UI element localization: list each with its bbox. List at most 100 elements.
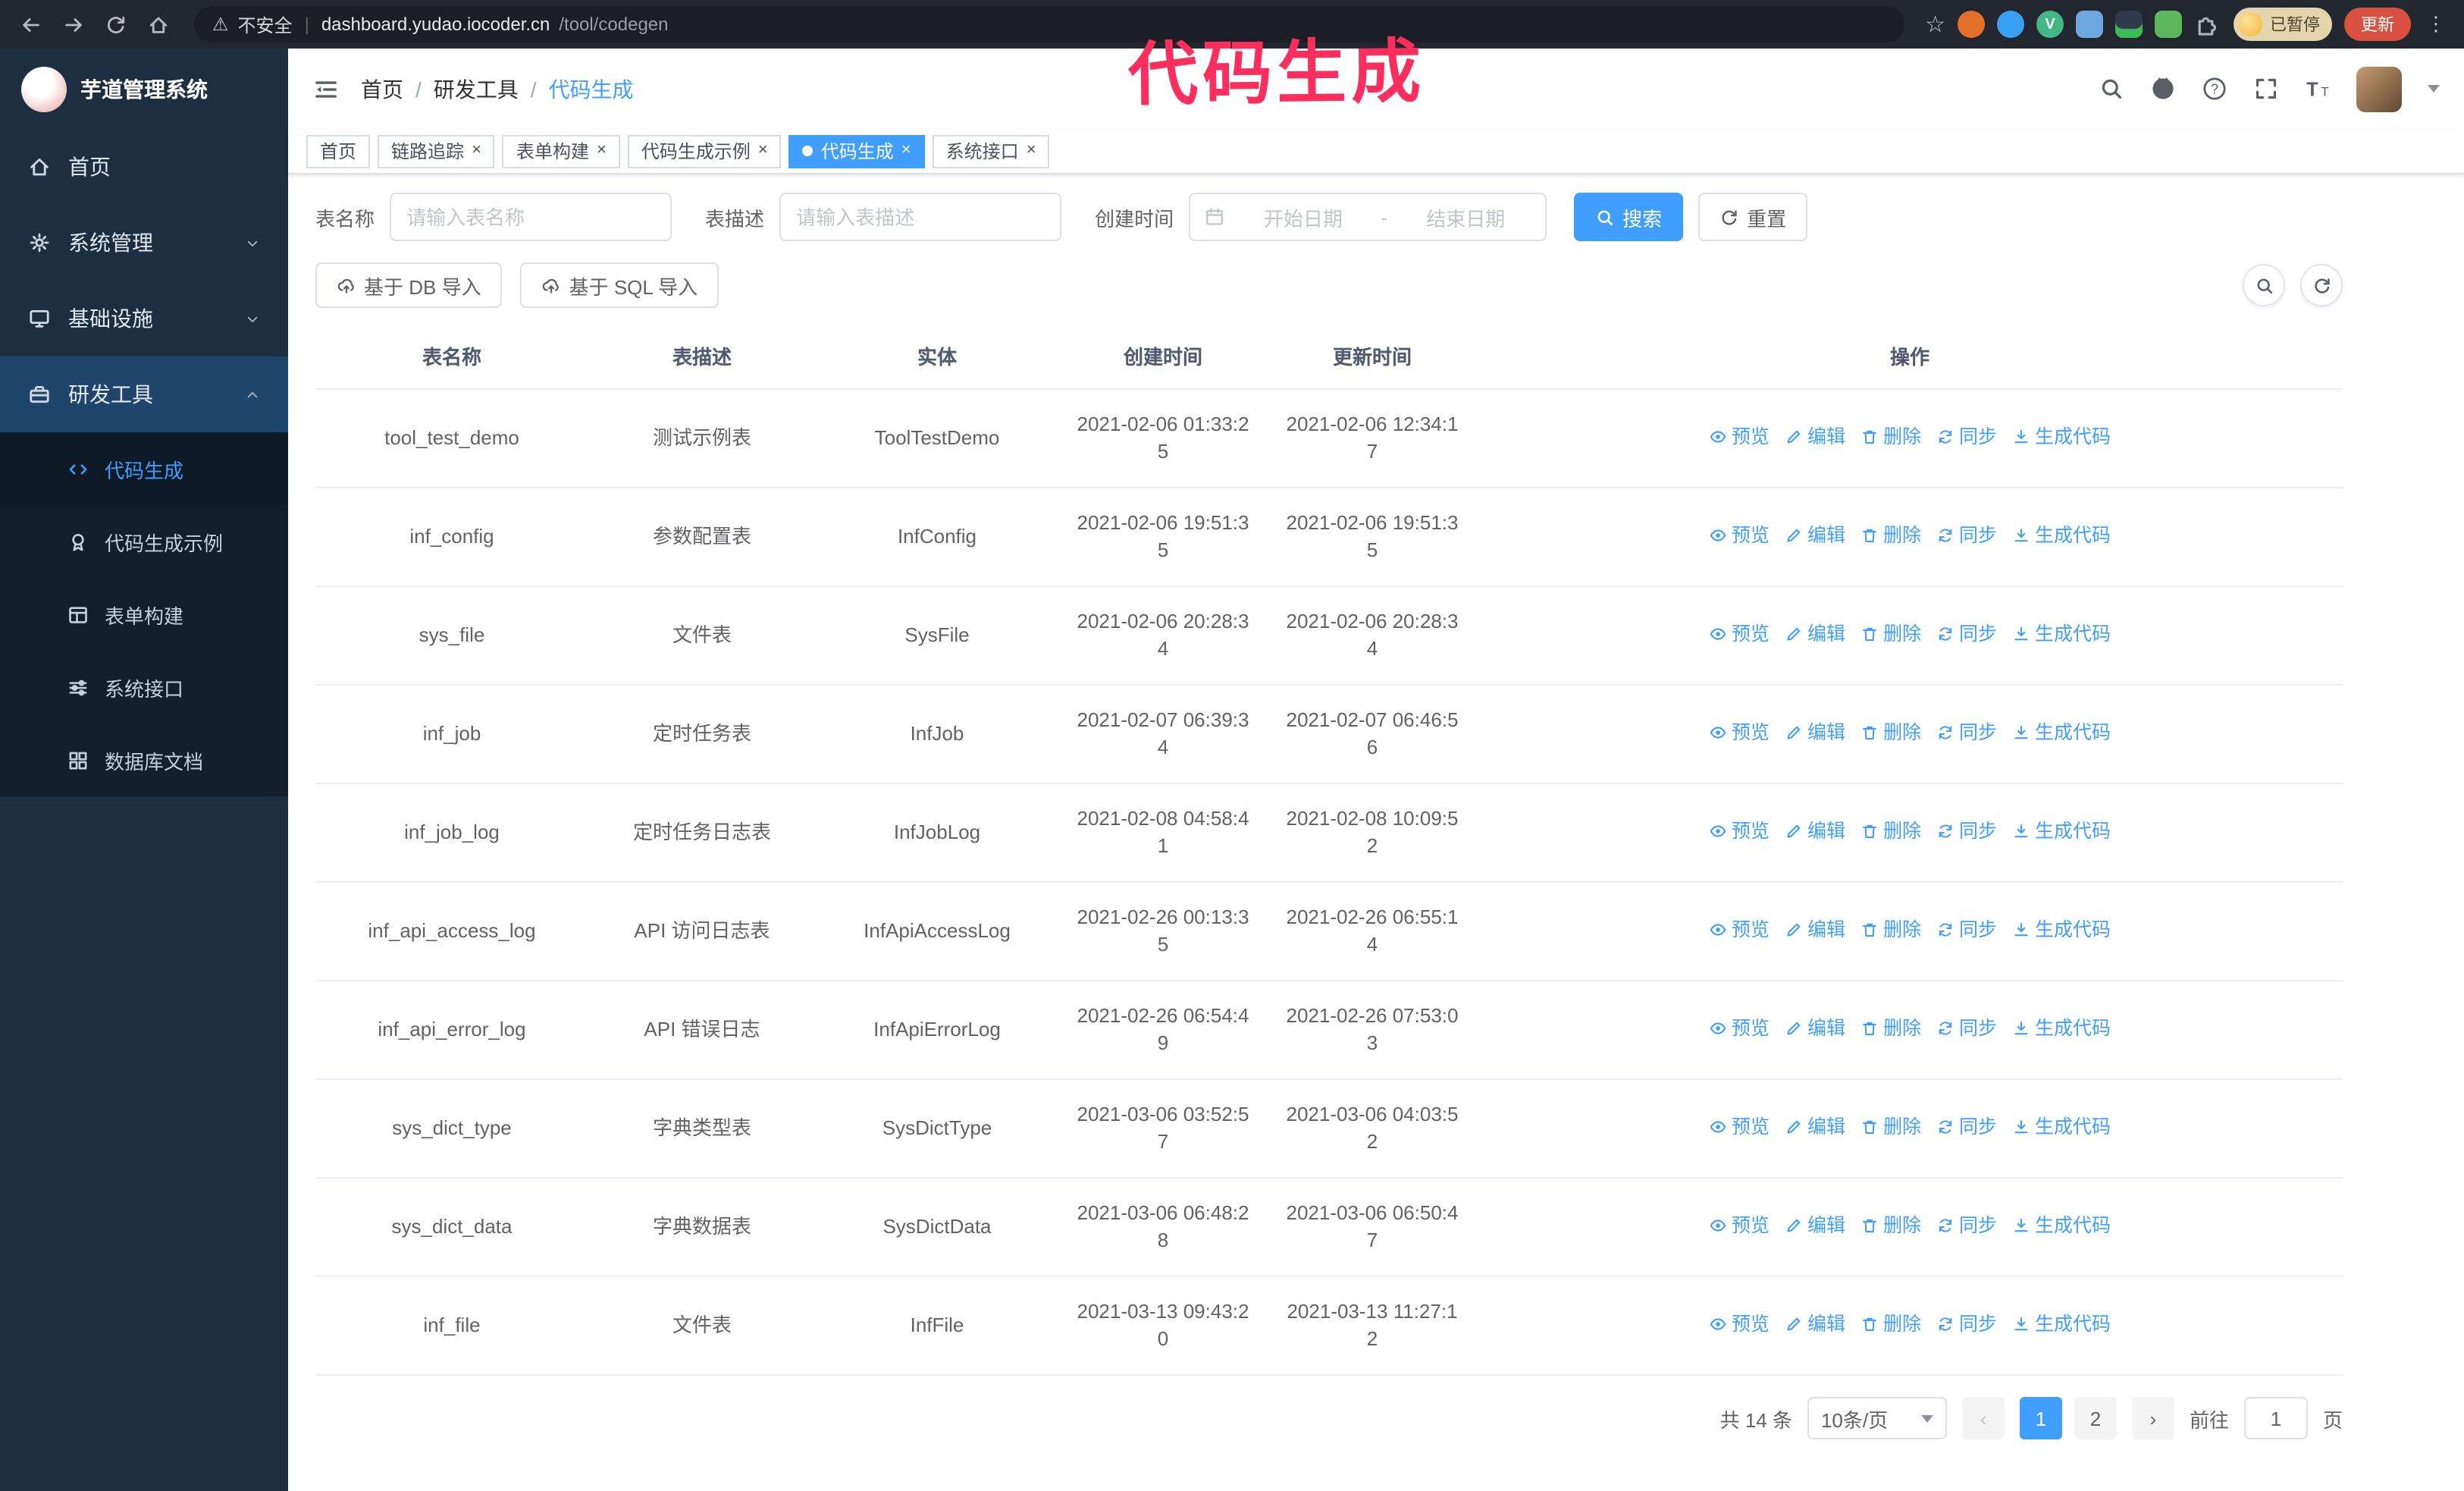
action-preview[interactable]: 预览 bbox=[1709, 1212, 1770, 1239]
font-size-icon[interactable]: TT bbox=[2305, 76, 2331, 102]
browser-update-button[interactable]: 更新 bbox=[2344, 8, 2411, 41]
tab-表单构建[interactable]: 表单构建 × bbox=[502, 134, 620, 168]
action-sync[interactable]: 同步 bbox=[1936, 818, 1997, 845]
sidebar-item-infra[interactable]: 基础设施 bbox=[0, 281, 288, 356]
extension-icon-5[interactable] bbox=[2155, 11, 2182, 38]
sidebar-collapse-icon[interactable] bbox=[312, 75, 340, 102]
tab-链路追踪[interactable]: 链路追踪 × bbox=[378, 134, 495, 168]
action-edit[interactable]: 编辑 bbox=[1785, 1015, 1845, 1042]
end-date-input[interactable]: 结束日期 bbox=[1400, 202, 1531, 231]
action-preview[interactable]: 预览 bbox=[1709, 916, 1770, 943]
sidebar-subitem-db-doc[interactable]: 数据库文档 bbox=[0, 724, 288, 796]
tab-close-icon[interactable]: × bbox=[901, 142, 911, 159]
prev-page-button[interactable]: ‹ bbox=[1961, 1397, 2005, 1439]
extension-icon-1[interactable] bbox=[1958, 11, 1985, 38]
action-edit[interactable]: 编辑 bbox=[1785, 423, 1845, 450]
action-delete[interactable]: 删除 bbox=[1861, 423, 1921, 450]
extensions-puzzle-icon[interactable] bbox=[2194, 11, 2221, 38]
action-sync[interactable]: 同步 bbox=[1936, 1311, 1997, 1338]
fullscreen-icon[interactable] bbox=[2253, 76, 2279, 102]
action-delete[interactable]: 删除 bbox=[1861, 1113, 1921, 1141]
action-preview[interactable]: 预览 bbox=[1709, 818, 1770, 845]
action-sync[interactable]: 同步 bbox=[1936, 423, 1997, 450]
action-delete[interactable]: 删除 bbox=[1861, 522, 1921, 549]
search-button[interactable]: 搜索 bbox=[1574, 193, 1684, 241]
goto-page-input[interactable] bbox=[2243, 1397, 2308, 1439]
sidebar-item-home[interactable]: 首页 bbox=[0, 129, 288, 205]
bookmark-star-icon[interactable]: ☆ bbox=[1925, 11, 1945, 38]
action-preview[interactable]: 预览 bbox=[1709, 620, 1770, 648]
help-icon[interactable]: ? bbox=[2202, 76, 2227, 102]
action-edit[interactable]: 编辑 bbox=[1785, 522, 1845, 549]
tab-close-icon[interactable]: × bbox=[472, 142, 481, 159]
breadcrumb-item[interactable]: 研发工具 bbox=[434, 74, 519, 104]
action-edit[interactable]: 编辑 bbox=[1785, 1212, 1845, 1239]
tab-close-icon[interactable]: × bbox=[1027, 142, 1036, 159]
action-edit[interactable]: 编辑 bbox=[1785, 1113, 1845, 1141]
action-generate[interactable]: 生成代码 bbox=[2012, 1212, 2111, 1239]
action-generate[interactable]: 生成代码 bbox=[2012, 1015, 2111, 1042]
tab-首页[interactable]: 首页 bbox=[306, 134, 371, 168]
table-desc-input[interactable] bbox=[779, 193, 1062, 241]
start-date-input[interactable]: 开始日期 bbox=[1237, 202, 1369, 231]
action-sync[interactable]: 同步 bbox=[1936, 916, 1997, 943]
tab-close-icon[interactable]: × bbox=[758, 142, 768, 159]
action-sync[interactable]: 同步 bbox=[1936, 522, 1997, 549]
refresh-table-button[interactable] bbox=[2300, 264, 2343, 306]
action-preview[interactable]: 预览 bbox=[1709, 522, 1770, 549]
action-edit[interactable]: 编辑 bbox=[1785, 916, 1845, 943]
action-edit[interactable]: 编辑 bbox=[1785, 719, 1845, 746]
sidebar-item-dev-tools[interactable]: 研发工具 bbox=[0, 356, 288, 432]
forward-icon[interactable] bbox=[58, 9, 88, 39]
action-generate[interactable]: 生成代码 bbox=[2012, 620, 2111, 648]
github-icon[interactable] bbox=[2150, 76, 2176, 102]
action-sync[interactable]: 同步 bbox=[1936, 719, 1997, 746]
logo[interactable]: 芋道管理系统 bbox=[0, 49, 288, 129]
action-sync[interactable]: 同步 bbox=[1936, 1113, 1997, 1141]
next-page-button[interactable]: › bbox=[2131, 1397, 2174, 1439]
action-delete[interactable]: 删除 bbox=[1861, 818, 1921, 845]
sidebar-subitem-form-builder[interactable]: 表单构建 bbox=[0, 578, 288, 651]
action-edit[interactable]: 编辑 bbox=[1785, 620, 1845, 648]
action-generate[interactable]: 生成代码 bbox=[2012, 522, 2111, 549]
action-edit[interactable]: 编辑 bbox=[1785, 818, 1845, 845]
browser-menu-icon[interactable]: ⋮ bbox=[2423, 12, 2449, 36]
action-generate[interactable]: 生成代码 bbox=[2012, 818, 2111, 845]
action-sync[interactable]: 同步 bbox=[1936, 620, 1997, 648]
avatar[interactable] bbox=[2356, 66, 2402, 111]
extension-icon-3[interactable] bbox=[2076, 11, 2103, 38]
action-preview[interactable]: 预览 bbox=[1709, 1311, 1770, 1338]
action-sync[interactable]: 同步 bbox=[1936, 1015, 1997, 1042]
action-preview[interactable]: 预览 bbox=[1709, 719, 1770, 746]
action-delete[interactable]: 删除 bbox=[1861, 1212, 1921, 1239]
action-generate[interactable]: 生成代码 bbox=[2012, 423, 2111, 450]
reload-icon[interactable] bbox=[100, 9, 130, 39]
home-icon[interactable] bbox=[143, 9, 173, 39]
page-button-1[interactable]: 1 bbox=[2019, 1397, 2062, 1439]
action-generate[interactable]: 生成代码 bbox=[2012, 1113, 2111, 1141]
toggle-search-button[interactable] bbox=[2243, 264, 2285, 306]
tab-代码生成示例[interactable]: 代码生成示例 × bbox=[627, 134, 782, 168]
extension-icon-4[interactable] bbox=[2115, 11, 2143, 38]
browser-profile-chip[interactable]: 已暂停 bbox=[2234, 8, 2332, 41]
vue-devtools-icon[interactable]: V bbox=[2036, 11, 2064, 38]
sidebar-subitem-api[interactable]: 系统接口 bbox=[0, 651, 288, 724]
action-edit[interactable]: 编辑 bbox=[1785, 1311, 1845, 1338]
sidebar-subitem-codegen-example[interactable]: 代码生成示例 bbox=[0, 505, 288, 578]
table-name-input[interactable] bbox=[390, 193, 672, 241]
sidebar-subitem-codegen[interactable]: 代码生成 bbox=[0, 432, 288, 505]
avatar-caret-icon[interactable] bbox=[2428, 85, 2440, 93]
breadcrumb-item[interactable]: 首页 bbox=[361, 74, 403, 104]
tab-系统接口[interactable]: 系统接口 × bbox=[932, 134, 1050, 168]
extension-icon-2[interactable] bbox=[1997, 11, 2024, 38]
action-preview[interactable]: 预览 bbox=[1709, 1113, 1770, 1141]
tab-代码生成[interactable]: 代码生成 × bbox=[788, 134, 925, 168]
action-generate[interactable]: 生成代码 bbox=[2012, 916, 2111, 943]
action-delete[interactable]: 删除 bbox=[1861, 620, 1921, 648]
action-delete[interactable]: 删除 bbox=[1861, 916, 1921, 943]
action-delete[interactable]: 删除 bbox=[1861, 1311, 1921, 1338]
action-preview[interactable]: 预览 bbox=[1709, 423, 1770, 450]
sidebar-item-system[interactable]: 系统管理 bbox=[0, 205, 288, 281]
import-sql-button[interactable]: 基于 SQL 导入 bbox=[520, 262, 719, 308]
tab-close-icon[interactable]: × bbox=[597, 142, 607, 159]
